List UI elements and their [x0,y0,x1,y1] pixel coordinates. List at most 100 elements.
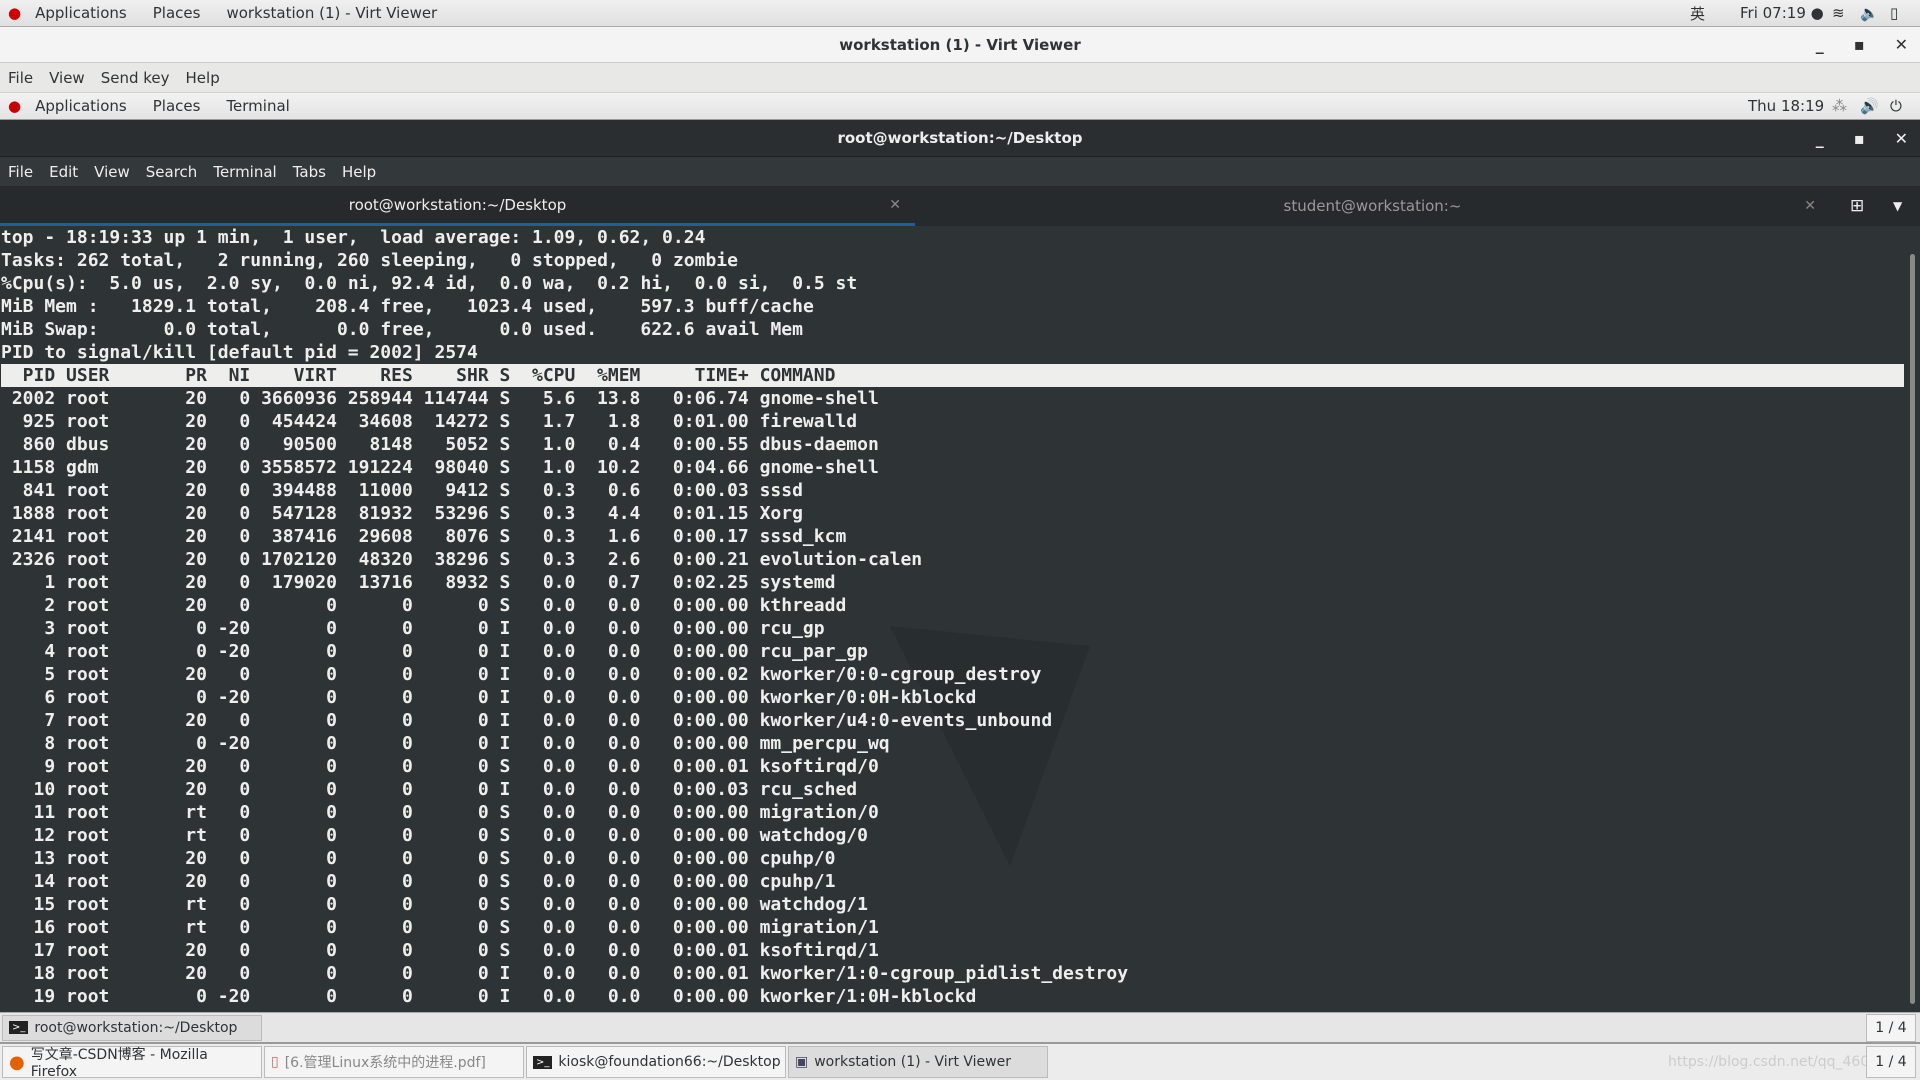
menu-edit[interactable]: Edit [41,163,86,181]
volume-muted-icon[interactable]: 🔈 [1860,4,1879,22]
virt-viewer-menubar: File View Send key Help [0,63,1920,93]
maximize-icon[interactable]: ▪ [1854,35,1865,54]
summary-segment: st [824,273,858,294]
host-clock[interactable]: Fri 07:19 ● [1740,4,1824,22]
menu-tabs[interactable]: Tabs [285,163,334,181]
process-row: 12 root rt 0 0 0 0 S 0.0 0.0 0:00.00 wat… [1,825,868,846]
host-task-kiosk-terminal[interactable]: >_ kiosk@foundation66:~/Desktop [526,1046,786,1078]
task-label: root@workstation:~/Desktop [34,1019,238,1036]
redhat-icon: ● [8,4,22,22]
guest-top-bar: ● Applications Places Terminal Thu 18:19… [0,93,1920,120]
summary-segment: 0.0 [499,273,533,294]
close-icon[interactable]: ✕ [1895,129,1908,148]
process-row: 17 root 20 0 0 0 0 S 0.0 0.0 0:00.01 kso… [1,940,879,961]
volume-icon[interactable]: 🔊 [1860,97,1879,115]
close-icon[interactable]: ✕ [1895,35,1908,54]
process-row: 1158 gdm 20 0 3558572 191224 98040 S 1.0… [1,457,879,478]
menu-help[interactable]: Help [334,163,384,181]
process-row: 19 root 0 -20 0 0 0 I 0.0 0.0 0:00.00 kw… [1,986,977,1007]
host-places-menu[interactable]: Places [145,4,209,22]
summary-segment: used. [532,319,641,340]
summary-segment: buff/cache [694,296,814,317]
guest-workspace-pager[interactable]: 1 / 4 [1866,1013,1916,1042]
process-row: 6 root 0 -20 0 0 0 I 0.0 0.0 0:00.00 kwo… [1,687,977,708]
process-row: 2141 root 20 0 387416 29608 8076 S 0.3 1… [1,526,847,547]
summary-segment: si, [727,273,793,294]
tab-root-desktop[interactable]: root@workstation:~/Desktop ✕ [0,186,915,226]
summary-segment: 622.6 [640,319,695,340]
summary-segment: hi, [629,273,695,294]
summary-line: top - 18:19:33 up 1 min, 1 user, load av… [1,227,705,248]
minimize-icon[interactable]: _ [1816,129,1824,148]
summary-segment: ni, [336,273,392,294]
maximize-icon[interactable]: ▪ [1854,129,1865,148]
close-tab-icon[interactable]: ✕ [1804,198,1816,214]
summary-segment: 2574 [423,342,478,363]
process-row: 841 root 20 0 394488 11000 9412 S 0.3 0.… [1,480,803,501]
guest-places-menu[interactable]: Places [145,97,209,115]
summary-segment: free, [369,319,500,340]
summary-segment: 208.4 [315,296,370,317]
guest-task-terminal[interactable]: >_ root@workstation:~/Desktop [2,1014,262,1041]
process-row: 13 root 20 0 0 0 0 S 0.0 0.0 0:00.00 cpu… [1,848,836,869]
process-row: 11 root rt 0 0 0 0 S 0.0 0.0 0:00.00 mig… [1,802,879,823]
host-task-firefox[interactable]: ● 写文章-CSDN博客 - Mozilla Firefox [2,1046,262,1080]
menu-search[interactable]: Search [138,163,206,181]
summary-segment: id, [434,273,500,294]
scrollbar-thumb[interactable] [1910,254,1915,1004]
summary-segment: 0.0 [304,273,337,294]
process-table-header: PID USER PR NI VIRT RES SHR S %CPU %MEM … [1,364,1904,387]
guest-taskbar: >_ root@workstation:~/Desktop 1 / 4 [0,1012,1920,1042]
summary-segment: 1023.4 [467,296,533,317]
menu-file[interactable]: File [0,69,41,87]
host-active-window[interactable]: workstation (1) - Virt Viewer [218,4,445,22]
guest-clock[interactable]: Thu 18:19 [1748,97,1824,115]
tab-student-home[interactable]: student@workstation:~ ✕ [915,186,1830,226]
input-method-indicator[interactable]: 英 [1690,3,1705,24]
new-tab-icon[interactable]: ⊞ [1850,196,1864,216]
host-applications-menu[interactable]: Applications [27,4,135,22]
host-workspace-pager[interactable]: 1 / 4 [1866,1046,1916,1078]
terminal-scrollbar[interactable] [1904,226,1920,1012]
menu-help[interactable]: Help [178,69,228,87]
minimize-icon[interactable]: _ [1816,35,1824,54]
task-label: kiosk@foundation66:~/Desktop [558,1054,781,1070]
summary-segment: MiB Swap: [1,319,164,340]
process-row: 4 root 0 -20 0 0 0 I 0.0 0.0 0:00.00 rcu… [1,641,868,662]
process-row: 1 root 20 0 179020 13716 8932 S 0.0 0.7 … [1,572,836,593]
battery-icon[interactable]: ▯ [1890,4,1898,22]
menu-terminal[interactable]: Terminal [205,163,284,181]
task-label: workstation (1) - Virt Viewer [814,1054,1011,1070]
summary-segment: 0.0 [163,319,197,340]
process-row: 14 root 20 0 0 0 0 S 0.0 0.0 0:00.00 cpu… [1,871,836,892]
process-row: 2 root 20 0 0 0 0 S 0.0 0.0 0:00.00 kthr… [1,595,847,616]
close-tab-icon[interactable]: ✕ [889,197,901,213]
terminal-content[interactable]: top - 18:19:33 up 1 min, 1 user, load av… [0,226,1904,1012]
wifi-icon[interactable]: ≋ [1832,4,1845,22]
menu-send-key[interactable]: Send key [93,69,178,87]
process-row: 2326 root 20 0 1702120 48320 38296 S 0.3… [1,549,923,570]
menu-file[interactable]: File [0,163,41,181]
guest-terminal-app[interactable]: Terminal [218,97,297,115]
process-row: 860 dbus 20 0 90500 8148 5052 S 1.0 0.4 … [1,434,879,455]
redhat-icon: ● [8,97,22,115]
summary-segment: Tasks: [1,250,77,271]
tab-list-dropdown-icon[interactable]: ▼ [1893,199,1902,213]
summary-segment: running, [228,250,337,271]
process-row: 7 root 20 0 0 0 0 I 0.0 0.0 0:00.00 kwor… [1,710,1053,731]
menu-view[interactable]: View [86,163,138,181]
network-icon[interactable]: ⁂ [1832,97,1847,115]
summary-segment: 2.0 [206,273,240,294]
summary-segment: 262 [76,250,110,271]
guest-applications-menu[interactable]: Applications [27,97,135,115]
menu-view[interactable]: View [41,69,93,87]
summary-segment: 0 [651,250,663,271]
host-task-virt-viewer[interactable]: ▣ workstation (1) - Virt Viewer [788,1046,1048,1078]
power-icon[interactable]: ⏻ [1890,97,1902,115]
host-task-pdf[interactable]: ▯ [6.管理Linux系统中的进程.pdf] [264,1046,524,1078]
summary-segment: 597.3 [640,296,695,317]
summary-line: MiB Mem : 1829.1 total, 208.4 free, 1023… [1,296,814,317]
summary-segment: 5.0 [109,273,142,294]
process-row: 8 root 0 -20 0 0 0 I 0.0 0.0 0:00.00 mm_… [1,733,890,754]
process-row: 5 root 20 0 0 0 0 I 0.0 0.0 0:00.02 kwor… [1,664,1042,685]
